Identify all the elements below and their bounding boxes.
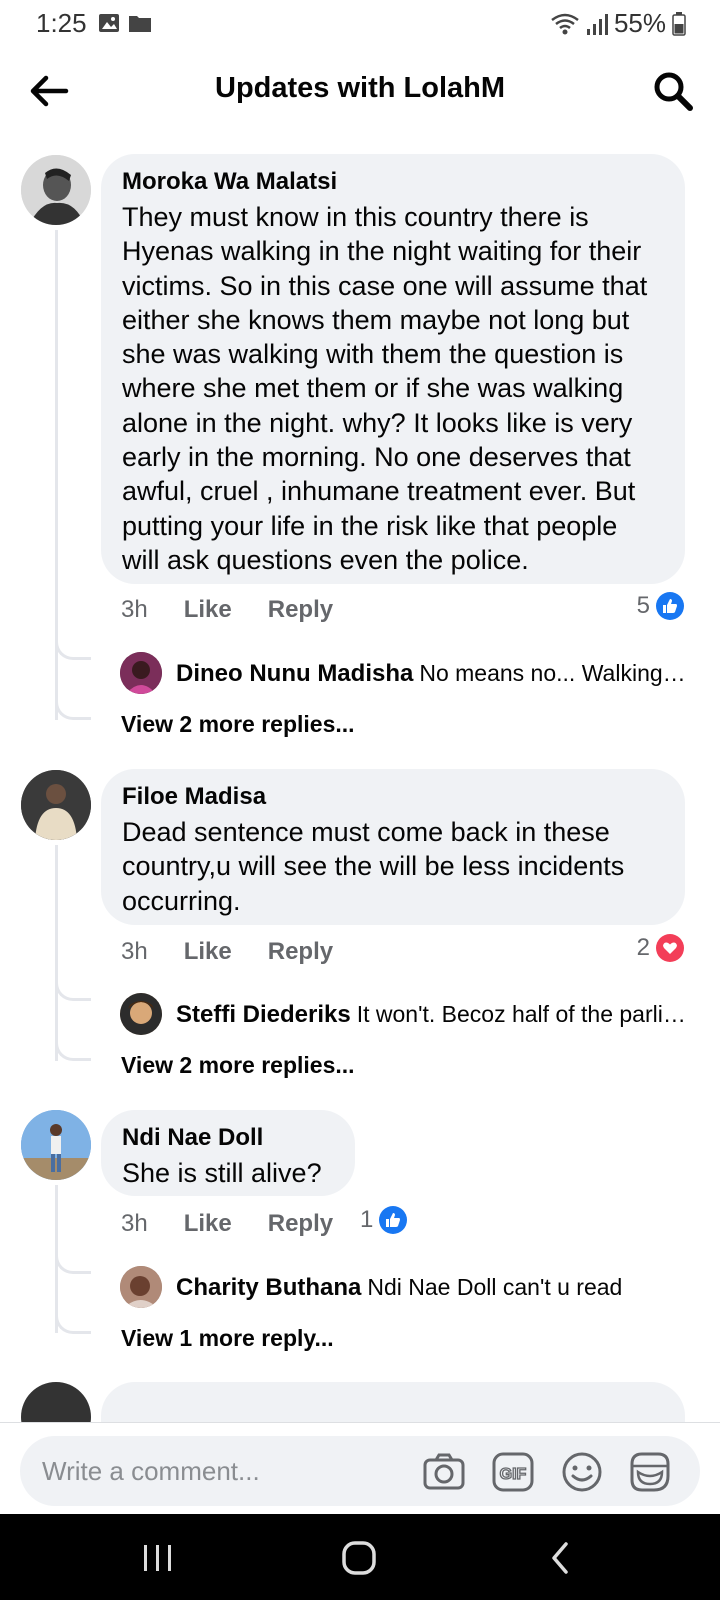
battery-icon <box>672 11 686 36</box>
avatar[interactable] <box>120 1266 162 1308</box>
search-icon[interactable] <box>650 68 696 114</box>
home-icon[interactable] <box>338 1536 382 1580</box>
reply-text: It won't. Becoz half of the parlia... <box>356 1001 686 1027</box>
gif-icon[interactable]: GIF <box>491 1450 535 1494</box>
signal-icon <box>586 13 608 35</box>
avatar[interactable] <box>120 993 162 1035</box>
top-header: Updates with LolahM <box>0 46 720 136</box>
system-nav-bar <box>0 1514 720 1600</box>
reaction-count[interactable]: 2 <box>637 934 684 962</box>
comment-text-line: Dead sentence must come back in these <box>122 817 610 847</box>
comment-text-line: where she met them or if she was walking <box>122 373 624 404</box>
comment-actions: 3h Like Reply <box>121 1210 333 1238</box>
comment-text-line: awful, cruel , inhumane treatment ever. … <box>122 476 636 507</box>
view-more-replies-link[interactable]: View 1 more reply... <box>121 1325 334 1352</box>
comment-actions: 3h Like Reply <box>121 938 333 966</box>
reply-preview[interactable]: Charity Buthana Ndi Nae Doll can't u read <box>176 1274 686 1302</box>
reply-button[interactable]: Reply <box>268 938 333 966</box>
thread-connector <box>55 1250 91 1274</box>
like-reaction-icon <box>379 1206 408 1234</box>
comment-text-line: putting your life in the risk like that … <box>122 510 618 541</box>
reply-button[interactable]: Reply <box>268 1210 333 1238</box>
like-reaction-icon <box>656 592 684 620</box>
reply-author: Steffi Diederiks <box>176 1001 351 1028</box>
reply-author: Dineo Nunu Madisha <box>176 660 414 687</box>
comment-text-line: alone in the night. why? It looks like i… <box>122 407 633 438</box>
like-button[interactable]: Like <box>184 1210 232 1238</box>
avatar[interactable] <box>120 652 162 694</box>
love-reaction-icon <box>656 934 684 962</box>
comment-time: 3h <box>121 938 148 965</box>
back-nav-icon[interactable] <box>540 1536 584 1580</box>
thread-connector <box>55 696 91 720</box>
reply-author: Charity Buthana <box>176 1274 362 1301</box>
comments-list: Moroka Wa Malatsi They must know in this… <box>0 150 720 1422</box>
view-more-replies-link[interactable]: View 2 more replies... <box>121 1052 355 1079</box>
comment-composer: Write a comment... GIF <box>0 1422 720 1514</box>
reaction-number: 5 <box>636 592 650 619</box>
avatar[interactable] <box>21 1382 91 1422</box>
gallery-notification-icon <box>99 14 119 32</box>
comment-input-placeholder: Write a comment... <box>42 1456 260 1486</box>
emoji-icon[interactable] <box>560 1450 604 1494</box>
comment-actions: 3h Like Reply <box>121 596 333 624</box>
view-more-replies-link[interactable]: View 2 more replies... <box>121 711 355 738</box>
recent-apps-icon[interactable] <box>136 1536 180 1580</box>
reply-preview[interactable]: Dineo Nunu Madisha No means no... Walking… <box>176 660 686 688</box>
comment-text-line: early in the morning. No one deserves th… <box>122 442 631 473</box>
comment-text-line: She is still alive? <box>122 1158 322 1188</box>
svg-text:GIF: GIF <box>500 1466 527 1483</box>
like-button[interactable]: Like <box>184 938 232 966</box>
avatar[interactable] <box>21 1110 91 1180</box>
reaction-number: 1 <box>360 1206 374 1233</box>
comment-time: 3h <box>121 1210 148 1237</box>
comment-bubble[interactable] <box>101 1382 685 1422</box>
status-bar: 1:25 55% <box>0 0 720 46</box>
comment-author[interactable]: Filoe Madisa <box>122 783 665 811</box>
sticker-icon[interactable] <box>628 1450 672 1494</box>
reaction-count[interactable]: 5 <box>637 592 684 620</box>
avatar[interactable] <box>21 155 91 225</box>
reaction-count[interactable]: 1 <box>360 1206 408 1234</box>
reply-button[interactable]: Reply <box>268 596 333 624</box>
reply-preview[interactable]: Steffi Diederiks It won't. Becoz half of … <box>176 1001 686 1029</box>
thread-connector <box>55 1310 91 1334</box>
folder-notification-icon <box>129 16 151 32</box>
comment-text-line: occurring. <box>122 885 241 916</box>
comment-text-line: They must know in this country there is <box>122 202 589 232</box>
reply-text: Ndi Nae Doll can't u read <box>367 1274 623 1300</box>
comment-bubble[interactable]: Moroka Wa Malatsi They must know in this… <box>101 154 685 584</box>
comment-bubble[interactable]: Filoe Madisa Dead sentence must come bac… <box>101 769 685 925</box>
comment-text-line: will ask questions even the police. <box>122 544 529 575</box>
comment-author[interactable]: Ndi Nae Doll <box>122 1124 335 1152</box>
thread-connector <box>55 977 91 1001</box>
comment-text-line: victims. So in this case one will assume… <box>122 270 648 301</box>
status-time: 1:25 <box>36 8 87 38</box>
comment-bubble[interactable]: Ndi Nae Doll She is still alive? <box>101 1110 355 1196</box>
page-title: Updates with LolahM <box>215 72 505 104</box>
comment-text-line: country,u will see the will be less inci… <box>122 851 625 882</box>
camera-icon[interactable] <box>422 1450 466 1494</box>
wifi-icon <box>551 13 579 34</box>
thread-line <box>55 845 58 1061</box>
battery-percent: 55% <box>613 8 666 38</box>
comment-input[interactable]: Write a comment... GIF <box>20 1436 700 1506</box>
like-button[interactable]: Like <box>184 596 232 624</box>
comment-text-line: she was walking with them the question i… <box>122 339 624 370</box>
avatar[interactable] <box>21 770 91 840</box>
reply-text: No means no... Walking a... <box>419 660 686 686</box>
comment-text-line: Hyenas walking in the night waiting for … <box>122 236 642 267</box>
comment-author[interactable]: Moroka Wa Malatsi <box>122 168 665 196</box>
thread-connector <box>55 636 91 660</box>
comment-text-line: either she knows them maybe not long but <box>122 304 630 335</box>
comment-time: 3h <box>121 596 148 623</box>
reaction-number: 2 <box>636 934 650 961</box>
thread-connector <box>55 1037 91 1061</box>
